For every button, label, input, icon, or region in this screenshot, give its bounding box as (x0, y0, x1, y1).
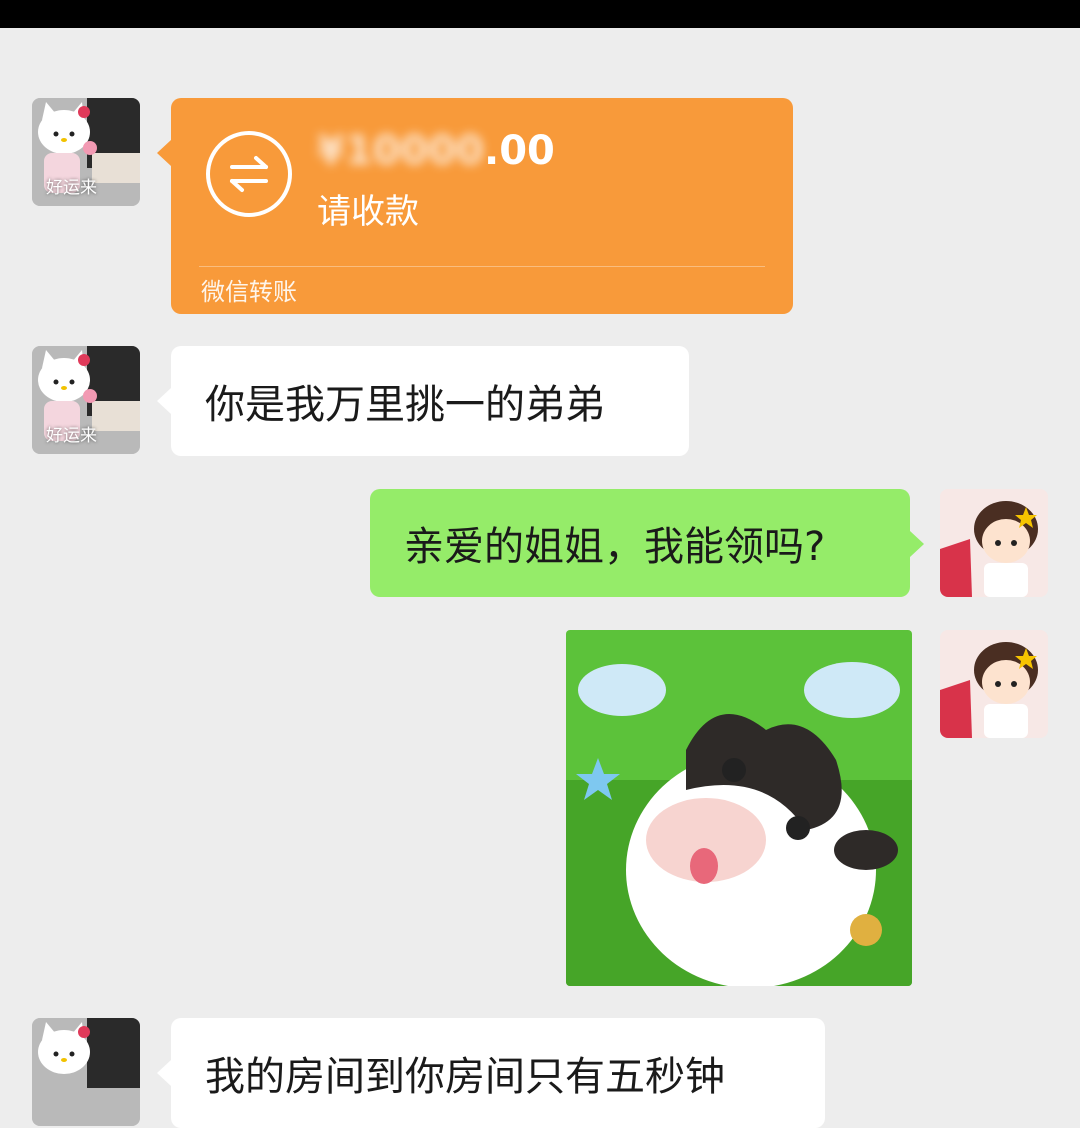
transfer-icon (206, 131, 292, 217)
message-bubble[interactable]: 亲爱的姐姐，我能领吗? (370, 489, 924, 597)
avatar-cartoon-boy[interactable] (940, 489, 1048, 597)
avatar-hello-kitty[interactable]: 好运来 (32, 98, 140, 206)
transfer-status: 请收款 (317, 192, 419, 232)
transfer-footer: 微信转账 (201, 278, 297, 306)
transfer-card[interactable]: ¥10000.00 请收款 微信转账 (157, 98, 793, 314)
avatar-caption: 好运来 (46, 426, 97, 446)
avatar-hello-kitty[interactable] (32, 1018, 140, 1126)
sticker-image[interactable] (566, 630, 912, 986)
avatar-hello-kitty[interactable]: 好运来 (32, 346, 140, 454)
message-bubble[interactable]: 我的房间到你房间只有五秒钟 (157, 1018, 825, 1128)
avatar-caption: 好运来 (46, 178, 97, 198)
message-bubble[interactable]: 你是我万里挑一的弟弟 (157, 346, 689, 456)
hello-kitty-icon (32, 1018, 140, 1126)
cow-sticker-icon (566, 630, 912, 986)
transfer-amount: ¥10000.00 (317, 128, 555, 174)
cartoon-boy-icon (940, 630, 1048, 738)
transfer-divider (199, 266, 765, 267)
amount-cents: .00 (484, 128, 555, 174)
avatar-cartoon-boy[interactable] (940, 630, 1048, 738)
cartoon-boy-icon (940, 489, 1048, 597)
amount-blurred: ¥10000 (317, 128, 484, 174)
status-bar (0, 0, 1080, 28)
